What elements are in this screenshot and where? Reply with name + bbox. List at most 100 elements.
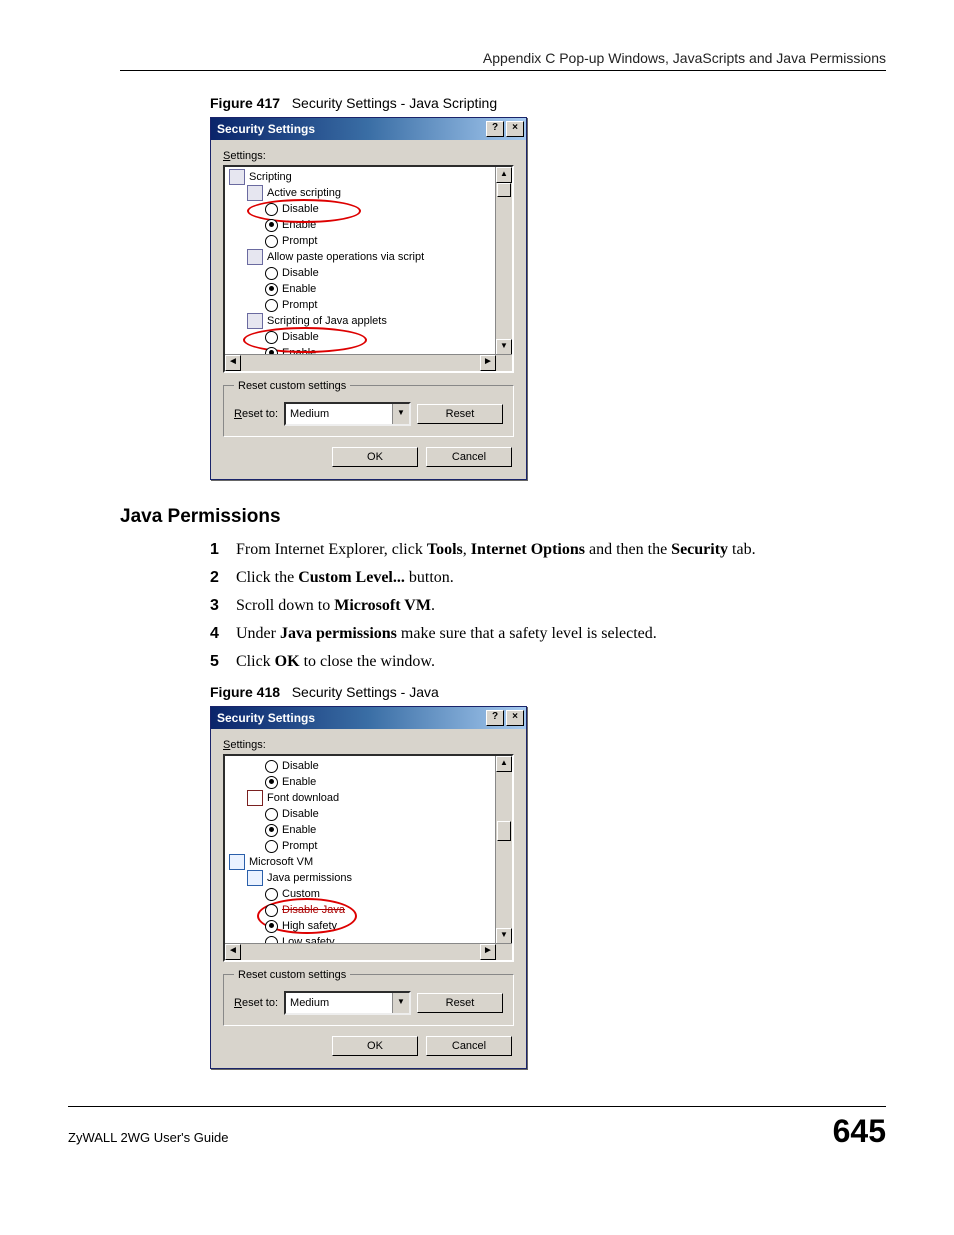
vertical-scrollbar[interactable]: ▲ ▼ <box>495 756 512 944</box>
opt-enable: Enable <box>282 774 316 790</box>
page-header: Appendix C Pop-up Windows, JavaScripts a… <box>120 50 886 71</box>
radio-disable[interactable] <box>265 331 278 344</box>
reset-fieldset: Reset custom settings Reset to: Medium ▼… <box>223 385 514 437</box>
scroll-up-icon[interactable]: ▲ <box>496 756 512 772</box>
scroll-left-icon[interactable]: ◄ <box>225 944 241 960</box>
reset-to-label: Reset to: <box>234 997 278 1009</box>
cat-scripting-applets: Scripting of Java applets <box>267 313 387 329</box>
reset-to-label: Reset to: <box>234 408 278 420</box>
page-number: 645 <box>833 1113 886 1150</box>
reset-fieldset: Reset custom settings Reset to: Medium ▼… <box>223 974 514 1026</box>
steps-list: 1 From Internet Explorer, click Tools, I… <box>210 538 886 674</box>
opt-disable: Disable <box>282 265 319 281</box>
opt-disable: Disable <box>282 758 319 774</box>
window-title: Security Settings <box>217 122 315 136</box>
font-download-icon <box>247 790 263 806</box>
scripting-icon <box>229 169 245 185</box>
category-icon <box>247 870 263 886</box>
radio-disable-java[interactable] <box>265 904 278 917</box>
security-settings-dialog-418: Security Settings ? × Settings: Disable … <box>210 706 527 1069</box>
help-icon[interactable]: ? <box>486 710 504 726</box>
radio-disable[interactable] <box>265 203 278 216</box>
radio-enable[interactable] <box>265 283 278 296</box>
scroll-up-icon[interactable]: ▲ <box>496 167 512 183</box>
settings-label: Settings: <box>223 150 514 162</box>
cat-microsoft-vm: Microsoft VM <box>249 854 313 870</box>
scroll-down-icon[interactable]: ▼ <box>496 339 512 355</box>
titlebar: Security Settings ? × <box>211 118 526 140</box>
vertical-scrollbar[interactable]: ▲ ▼ <box>495 167 512 355</box>
opt-disable: Disable <box>282 806 319 822</box>
reset-dropdown[interactable]: Medium ▼ <box>284 991 411 1015</box>
section-heading: Java Permissions <box>120 506 886 528</box>
cancel-button[interactable]: Cancel <box>426 447 512 467</box>
radio-enable[interactable] <box>265 824 278 837</box>
figure-418-label: Figure 418 <box>210 684 280 700</box>
settings-tree[interactable]: Disable Enable Font download Disable Ena… <box>223 754 514 962</box>
opt-prompt: Prompt <box>282 233 317 249</box>
radio-enable[interactable] <box>265 219 278 232</box>
page-footer: ZyWALL 2WG User's Guide 645 <box>68 1106 886 1150</box>
chevron-down-icon[interactable]: ▼ <box>392 993 409 1013</box>
list-item: 4 Under Java permissions make sure that … <box>210 622 886 646</box>
list-item: 2 Click the Custom Level... button. <box>210 566 886 590</box>
horizontal-scrollbar[interactable]: ◄ ► <box>225 354 512 371</box>
settings-label: Settings: <box>223 739 514 751</box>
scroll-thumb[interactable] <box>497 183 511 197</box>
reset-dropdown[interactable]: Medium ▼ <box>284 402 411 426</box>
opt-enable: Enable <box>282 822 316 838</box>
chevron-down-icon[interactable]: ▼ <box>392 404 409 424</box>
help-icon[interactable]: ? <box>486 121 504 137</box>
figure-418-text: Security Settings - Java <box>292 684 439 700</box>
reset-legend: Reset custom settings <box>234 380 350 392</box>
figure-417-label: Figure 417 <box>210 95 280 111</box>
reset-value: Medium <box>286 997 392 1009</box>
horizontal-scrollbar[interactable]: ◄ ► <box>225 943 512 960</box>
scroll-right-icon[interactable]: ► <box>480 355 496 371</box>
radio-disable[interactable] <box>265 267 278 280</box>
cat-java-permissions: Java permissions <box>267 870 352 886</box>
radio-prompt[interactable] <box>265 235 278 248</box>
opt-prompt: Prompt <box>282 838 317 854</box>
radio-enable[interactable] <box>265 776 278 789</box>
cancel-button[interactable]: Cancel <box>426 1036 512 1056</box>
microsoft-vm-icon <box>229 854 245 870</box>
window-title: Security Settings <box>217 711 315 725</box>
radio-custom[interactable] <box>265 888 278 901</box>
opt-prompt: Prompt <box>282 297 317 313</box>
reset-legend: Reset custom settings <box>234 969 350 981</box>
close-icon[interactable]: × <box>506 710 524 726</box>
radio-prompt[interactable] <box>265 299 278 312</box>
category-icon <box>247 185 263 201</box>
figure-418-caption: Figure 418 Security Settings - Java <box>210 684 886 700</box>
scroll-down-icon[interactable]: ▼ <box>496 928 512 944</box>
cat-font-download: Font download <box>267 790 339 806</box>
cat-scripting: Scripting <box>249 169 292 185</box>
scroll-left-icon[interactable]: ◄ <box>225 355 241 371</box>
scroll-right-icon[interactable]: ► <box>480 944 496 960</box>
opt-enable: Enable <box>282 281 316 297</box>
figure-417-caption: Figure 417 Security Settings - Java Scri… <box>210 95 886 111</box>
radio-prompt[interactable] <box>265 840 278 853</box>
reset-value: Medium <box>286 408 392 420</box>
figure-417-text: Security Settings - Java Scripting <box>292 95 497 111</box>
ok-button[interactable]: OK <box>332 1036 418 1056</box>
list-item: 3 Scroll down to Microsoft VM. <box>210 594 886 618</box>
ok-button[interactable]: OK <box>332 447 418 467</box>
footer-guide: ZyWALL 2WG User's Guide <box>68 1130 228 1145</box>
radio-disable[interactable] <box>265 760 278 773</box>
cat-allow-paste: Allow paste operations via script <box>267 249 424 265</box>
close-icon[interactable]: × <box>506 121 524 137</box>
radio-high-safety[interactable] <box>265 920 278 933</box>
list-item: 1 From Internet Explorer, click Tools, I… <box>210 538 886 562</box>
reset-button[interactable]: Reset <box>417 993 503 1013</box>
category-icon <box>247 249 263 265</box>
category-icon <box>247 313 263 329</box>
reset-button[interactable]: Reset <box>417 404 503 424</box>
settings-tree[interactable]: Scripting Active scripting Disable Enabl… <box>223 165 514 373</box>
security-settings-dialog-417: Security Settings ? × Settings: Scriptin… <box>210 117 527 480</box>
list-item: 5 Click OK to close the window. <box>210 650 886 674</box>
scroll-thumb[interactable] <box>497 821 511 841</box>
radio-disable[interactable] <box>265 808 278 821</box>
titlebar: Security Settings ? × <box>211 707 526 729</box>
